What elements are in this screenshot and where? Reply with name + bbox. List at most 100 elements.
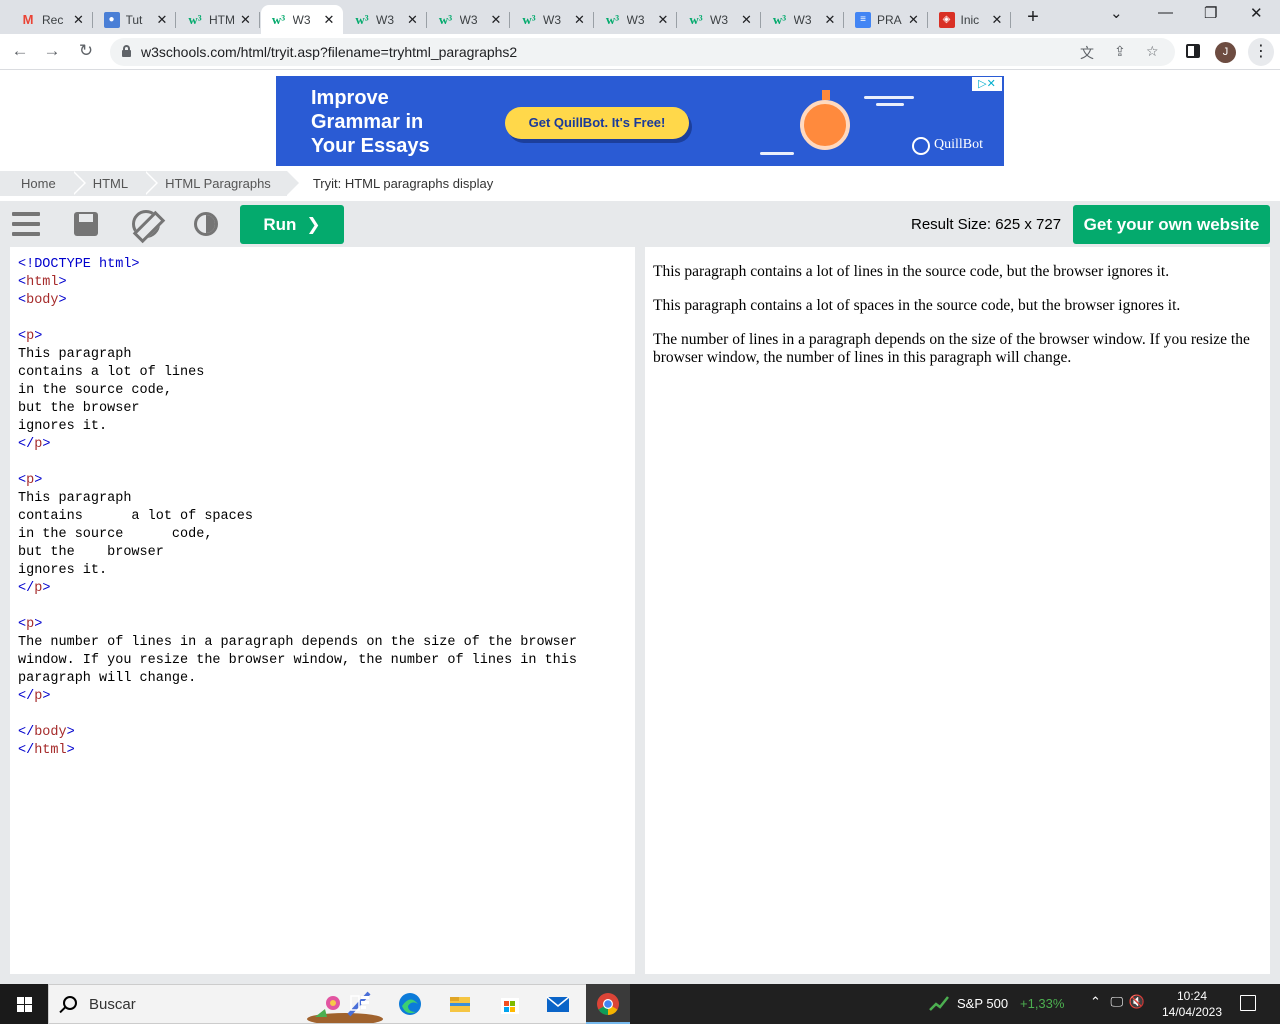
breadcrumb-home[interactable]: Home [0, 171, 86, 196]
code-line[interactable]: <body> [18, 292, 577, 310]
back-icon[interactable]: ← [8, 41, 32, 61]
new-tab-icon[interactable]: + [1022, 6, 1044, 29]
advertisement-banner[interactable]: Improve Grammar in Your Essays Get Quill… [276, 76, 1004, 166]
edge-browser-icon[interactable] [398, 992, 422, 1016]
microsoft-store-icon[interactable] [498, 992, 522, 1016]
browser-tab[interactable]: w³ W3 ✕ [762, 5, 844, 34]
close-tab-icon[interactable]: ✕ [154, 12, 170, 28]
browser-tab[interactable]: w³ W3 ✕ [595, 5, 677, 34]
dark-mode-icon[interactable] [194, 212, 218, 236]
profile-avatar[interactable]: J [1215, 42, 1236, 63]
taskbar-clock[interactable]: 10:24 14/04/2023 [1158, 988, 1226, 1020]
code-line[interactable]: in the source code, [18, 382, 577, 400]
code-line[interactable]: window. If you resize the browser window… [18, 652, 577, 670]
code-line[interactable] [18, 598, 577, 616]
browser-tab[interactable]: ● Tut ✕ [94, 5, 176, 34]
code-line[interactable]: This paragraph [18, 346, 577, 364]
chrome-taskbar-item[interactable] [586, 984, 630, 1024]
share-icon[interactable]: ⇪ [1114, 43, 1126, 60]
close-tab-icon[interactable]: ✕ [989, 12, 1005, 28]
browser-tab[interactable]: ◈ Inic ✕ [929, 5, 1011, 34]
forward-icon[interactable]: → [40, 41, 64, 61]
code-line[interactable]: <p> [18, 472, 577, 490]
tab-search-icon[interactable]: ⌄ [1110, 4, 1123, 22]
browser-tab[interactable]: ≡ PRA ✕ [845, 5, 928, 34]
windows-start-icon[interactable] [0, 984, 48, 1024]
code-line[interactable]: <p> [18, 328, 577, 346]
close-tab-icon[interactable]: ✕ [572, 12, 588, 28]
close-window-icon[interactable]: ✕ [1250, 4, 1263, 22]
code-line[interactable]: </p> [18, 580, 577, 598]
code-line[interactable]: This paragraph [18, 490, 577, 508]
close-tab-icon[interactable]: ✕ [655, 12, 671, 28]
address-bar[interactable]: w3schools.com/html/tryit.asp?filename=tr… [110, 38, 1175, 66]
task-view-icon[interactable] [348, 992, 372, 1016]
close-tab-icon[interactable]: ✕ [822, 12, 838, 28]
close-tab-icon[interactable]: ✕ [238, 12, 254, 28]
mail-icon[interactable] [546, 992, 570, 1016]
browser-tab[interactable]: M Rec ✕ [10, 5, 93, 34]
code-line[interactable]: in the source code, [18, 526, 577, 544]
close-tab-icon[interactable]: ✕ [488, 12, 504, 28]
chevron-up-icon[interactable]: ⌃ [1090, 994, 1101, 1009]
get-your-own-website-button[interactable]: Get your own website [1073, 205, 1270, 244]
code-line[interactable]: contains a lot of lines [18, 364, 577, 382]
notifications-icon[interactable] [1240, 995, 1256, 1011]
lock-icon[interactable] [122, 45, 131, 57]
code-line[interactable]: ignores it. [18, 418, 577, 436]
browser-tab[interactable]: w³ W3 ✕ [511, 5, 594, 34]
code-editor[interactable]: <!DOCTYPE html> <html> <body> <p> This parag… [10, 247, 635, 974]
ad-choices-icon[interactable]: ▷✕ [972, 77, 1002, 91]
browser-tab[interactable]: w³ W3 ✕ [678, 5, 761, 34]
code-line[interactable]: </p> [18, 688, 577, 706]
close-tab-icon[interactable]: ✕ [321, 12, 337, 28]
code-line[interactable] [18, 454, 577, 472]
restore-icon[interactable]: ❐ [1204, 4, 1217, 22]
code-line[interactable]: The number of lines in a paragraph depen… [18, 634, 577, 652]
code-line[interactable]: but the browser [18, 544, 577, 562]
code-line[interactable]: paragraph will change. [18, 670, 577, 688]
system-tray-icons[interactable]: ⌃ 🖵 🔇 [1090, 994, 1145, 1010]
close-tab-icon[interactable]: ✕ [71, 12, 87, 28]
code-line[interactable]: <!DOCTYPE html> [18, 256, 577, 274]
stock-widget-change[interactable]: +1,33% [1020, 996, 1064, 1011]
browser-tab[interactable]: w³ W3 ✕ [428, 5, 510, 34]
reload-icon[interactable]: ↻ [74, 41, 98, 61]
code-line[interactable]: <p> [18, 616, 577, 634]
code-line[interactable] [18, 310, 577, 328]
rotate-layout-icon[interactable] [132, 210, 160, 238]
code-line[interactable]: <html> [18, 274, 577, 292]
network-icon[interactable]: 🖵 [1111, 994, 1124, 1009]
ad-cta-button[interactable]: Get QuillBot. It's Free! [505, 107, 689, 139]
code-text[interactable]: <!DOCTYPE html> <html> <body> <p> This parag… [18, 256, 577, 760]
minimize-icon[interactable]: — [1158, 4, 1173, 21]
stock-chart-icon[interactable] [928, 992, 950, 1014]
save-icon[interactable] [74, 212, 98, 236]
browser-menu-icon[interactable]: ⋮ [1248, 38, 1274, 66]
code-line[interactable]: </html> [18, 742, 577, 760]
code-line[interactable] [18, 706, 577, 724]
browser-tab[interactable]: w³ W3 ✕ [344, 5, 427, 34]
taskbar-search-box[interactable]: Buscar [48, 984, 628, 1024]
code-line[interactable]: </p> [18, 436, 577, 454]
result-frame[interactable]: This paragraph contains a lot of lines i… [645, 247, 1270, 974]
translate-icon[interactable]: 文 [1080, 43, 1094, 63]
run-button[interactable]: Run ❯ [240, 205, 344, 244]
close-tab-icon[interactable]: ✕ [739, 12, 755, 28]
close-tab-icon[interactable]: ✕ [405, 12, 421, 28]
breadcrumb-html-paragraphs[interactable]: HTML Paragraphs [144, 171, 301, 196]
browser-tab[interactable]: w³ W3 ✕ [260, 5, 343, 34]
volume-muted-icon[interactable]: 🔇 [1129, 994, 1145, 1009]
menu-icon[interactable] [12, 212, 40, 236]
close-tab-icon[interactable]: ✕ [906, 12, 922, 28]
code-line[interactable]: ignores it. [18, 562, 577, 580]
side-panel-icon[interactable] [1186, 44, 1200, 58]
code-line[interactable]: contains a lot of spaces [18, 508, 577, 526]
browser-tab[interactable]: w³ HTM ✕ [177, 5, 260, 34]
file-explorer-icon[interactable] [448, 992, 472, 1016]
bookmark-star-icon[interactable]: ☆ [1146, 43, 1159, 60]
stock-widget-name[interactable]: S&P 500 [957, 996, 1008, 1011]
url-text[interactable]: w3schools.com/html/tryit.asp?filename=tr… [141, 44, 517, 60]
code-line[interactable]: </body> [18, 724, 577, 742]
code-line[interactable]: but the browser [18, 400, 577, 418]
